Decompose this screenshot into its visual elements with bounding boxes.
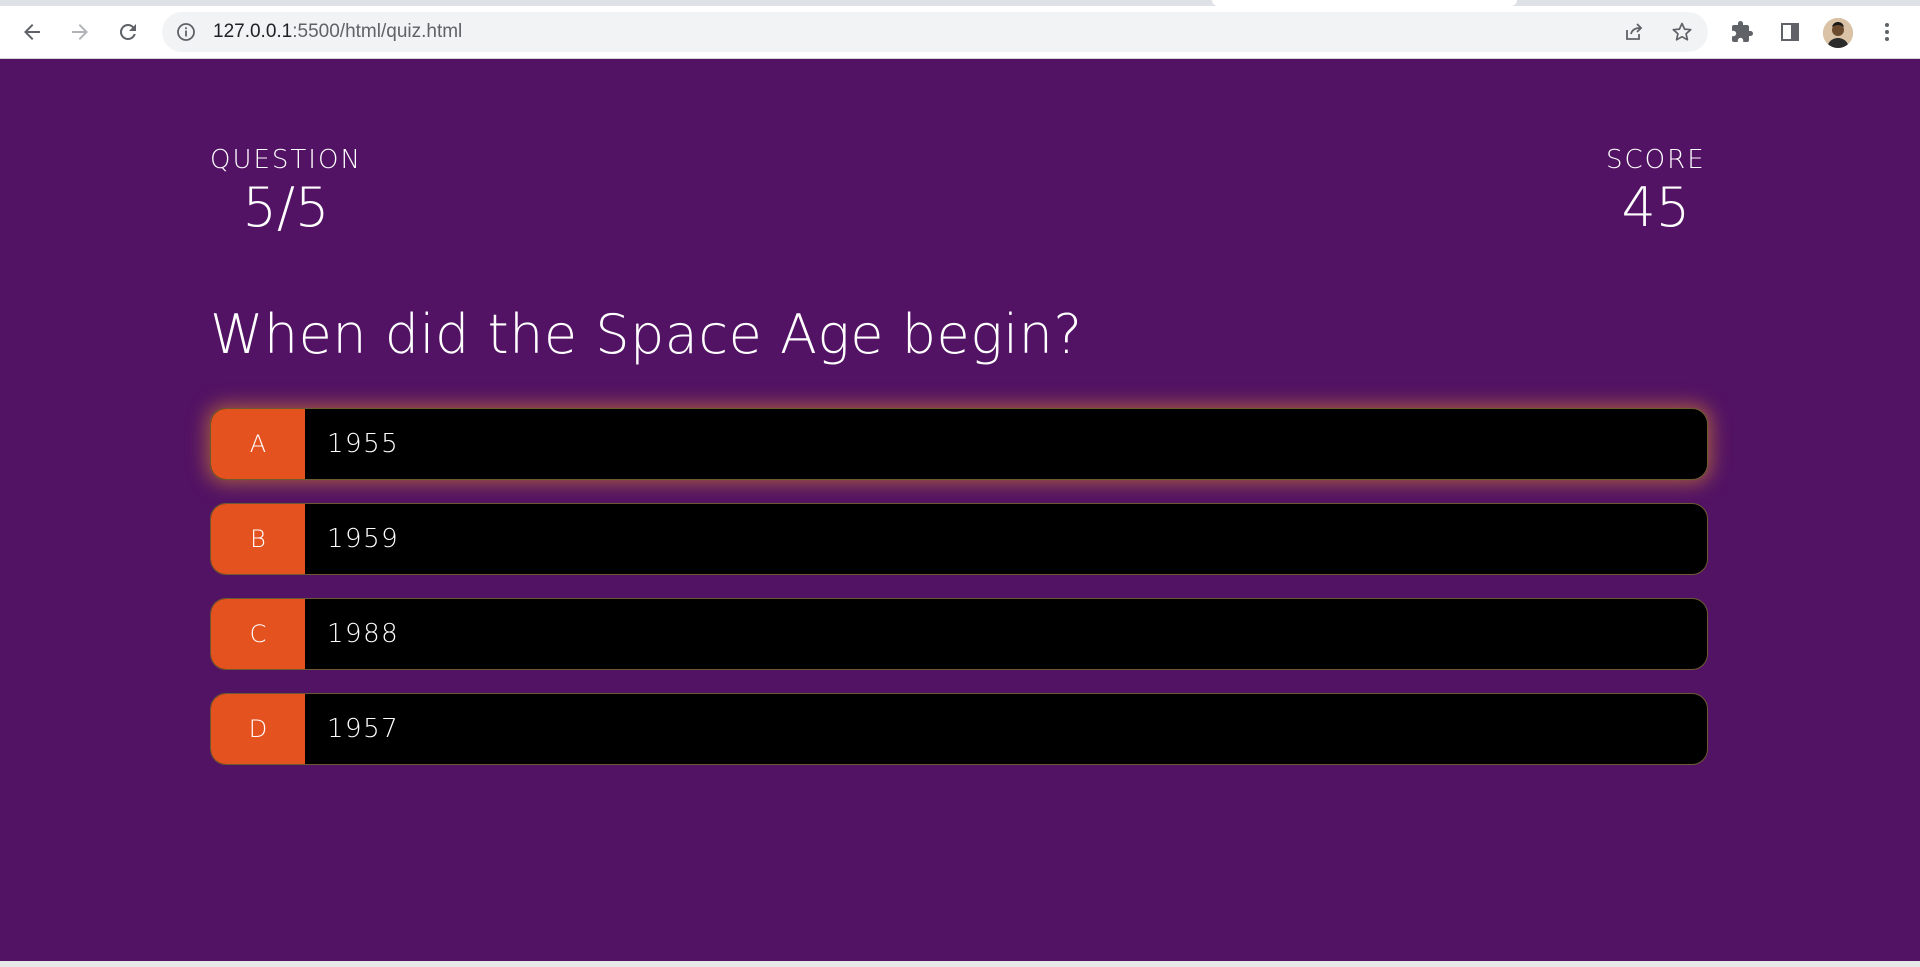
- side-panel-icon: [1781, 23, 1799, 41]
- browser-menu-button[interactable]: [1874, 19, 1900, 45]
- score-label: SCORE: [1606, 145, 1706, 175]
- extensions-button[interactable]: [1729, 19, 1755, 45]
- score-display: SCORE 45: [1606, 145, 1706, 239]
- url-text[interactable]: 127.0.0.1:5500/html/quiz.html: [213, 12, 462, 52]
- reload-icon: [119, 23, 136, 40]
- back-button[interactable]: [16, 16, 48, 48]
- share-icon[interactable]: [1622, 20, 1646, 44]
- puzzle-icon: [1732, 21, 1753, 42]
- url-host: 127.0.0.1: [213, 21, 293, 42]
- choice-prefix: B: [211, 504, 305, 574]
- browser-toolbar: 127.0.0.1:5500/html/quiz.html: [0, 6, 1920, 59]
- choice-text: 1955: [327, 429, 400, 459]
- question-progress: 5/5: [242, 176, 330, 239]
- choice-a[interactable]: A 1955: [210, 408, 1708, 480]
- choice-b[interactable]: B 1959: [210, 503, 1708, 575]
- kebab-menu-icon: [1885, 23, 1889, 41]
- choice-prefix: D: [211, 694, 305, 764]
- star-icon[interactable]: [1670, 20, 1694, 44]
- choice-prefix: C: [211, 599, 305, 669]
- choice-text: 1957: [327, 714, 400, 744]
- choice-text: 1959: [327, 524, 400, 554]
- side-panel-button[interactable]: [1777, 19, 1803, 45]
- question-text: When did the Space Age begin?: [210, 303, 1083, 366]
- address-bar[interactable]: 127.0.0.1:5500/html/quiz.html: [162, 12, 1708, 52]
- url-path: :5500/html/quiz.html: [292, 21, 463, 42]
- question-label: QUESTION: [210, 145, 362, 175]
- forward-button[interactable]: [64, 16, 96, 48]
- arrow-right-icon: [72, 24, 88, 40]
- window-bottom-edge: [0, 961, 1920, 967]
- quiz-page: QUESTION 5/5 SCORE 45 When did the Space…: [0, 59, 1920, 961]
- question-counter: QUESTION 5/5: [210, 145, 362, 239]
- avatar[interactable]: [1823, 18, 1853, 48]
- arrow-left-icon: [24, 24, 40, 40]
- reload-button[interactable]: [112, 16, 144, 48]
- choice-text: 1988: [327, 619, 400, 649]
- profile-photo: [1823, 18, 1853, 48]
- choice-prefix: A: [211, 409, 305, 479]
- score-value: 45: [1621, 176, 1691, 239]
- choice-d[interactable]: D 1957: [210, 693, 1708, 765]
- info-icon[interactable]: [176, 22, 196, 42]
- choice-c[interactable]: C 1988: [210, 598, 1708, 670]
